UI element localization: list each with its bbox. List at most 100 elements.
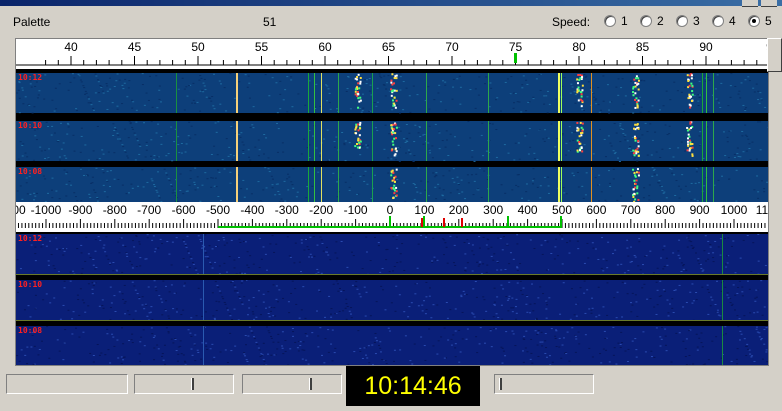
- speed-radio-5[interactable]: 5: [748, 14, 772, 28]
- noise-speck: [664, 344, 667, 346]
- speed-radio-2[interactable]: 2: [640, 14, 664, 28]
- signal-burst: [634, 81, 637, 84]
- noise-speck: [527, 101, 530, 103]
- noise-speck: [352, 255, 355, 257]
- scroll-button[interactable]: [767, 38, 782, 72]
- signal-burst: [689, 147, 692, 150]
- noise-speck: [615, 86, 618, 88]
- noise-speck: [516, 270, 519, 272]
- signal-trace: [426, 73, 427, 113]
- frequency-marker[interactable]: [514, 53, 517, 63]
- slider-1-thumb[interactable]: [191, 378, 194, 390]
- speed-radio-1[interactable]: 1: [604, 14, 628, 28]
- noise-speck: [290, 76, 293, 78]
- radio-circle-icon: [604, 15, 616, 27]
- noise-speck: [294, 288, 297, 290]
- slider-3-thumb[interactable]: [499, 378, 502, 390]
- audio-offset-scale[interactable]: 00-1000-900-800-700-600-500-400-300-200-…: [16, 202, 768, 232]
- noise-speck: [441, 238, 444, 240]
- noise-speck: [272, 341, 275, 343]
- noise-speck: [482, 263, 485, 265]
- noise-speck: [606, 314, 609, 316]
- noise-speck: [25, 182, 28, 184]
- noise-speck: [513, 92, 516, 94]
- speed-radio-3[interactable]: 3: [676, 14, 700, 28]
- noise-speck: [441, 195, 444, 197]
- noise-speck: [146, 237, 149, 239]
- noise-speck: [486, 238, 489, 240]
- noise-speck: [464, 198, 467, 200]
- noise-speck: [379, 341, 382, 343]
- noise-speck: [350, 317, 353, 319]
- slider-2-thumb[interactable]: [309, 378, 312, 390]
- signal-trace: [321, 121, 322, 161]
- signal-burst: [635, 75, 638, 78]
- slider-2[interactable]: [242, 374, 342, 394]
- noise-speck: [268, 306, 271, 308]
- noise-speck: [277, 341, 280, 343]
- noise-speck: [306, 246, 309, 248]
- slider-1[interactable]: [134, 374, 234, 394]
- noise-speck: [143, 104, 146, 106]
- noise-speck: [126, 255, 129, 257]
- noise-speck: [606, 282, 609, 284]
- noise-speck: [233, 284, 236, 286]
- noise-speck: [265, 269, 268, 271]
- noise-speck: [514, 306, 517, 308]
- signal-burst: [634, 186, 637, 189]
- noise-speck: [271, 178, 274, 180]
- close-button[interactable]: [761, 0, 777, 7]
- noise-speck: [75, 108, 78, 110]
- noise-speck: [684, 86, 687, 88]
- noise-speck: [699, 131, 702, 133]
- noise-speck: [275, 82, 278, 84]
- noise-speck: [160, 135, 163, 137]
- signal-burst: [690, 127, 693, 130]
- noise-speck: [538, 129, 541, 131]
- noise-speck: [164, 310, 167, 312]
- noise-speck: [109, 170, 112, 172]
- noise-speck: [678, 257, 681, 259]
- signal-burst: [354, 88, 357, 91]
- noise-speck: [414, 283, 417, 285]
- noise-speck: [744, 79, 747, 81]
- noise-speck: [294, 242, 297, 244]
- noise-speck: [555, 346, 558, 348]
- noise-speck: [380, 285, 383, 287]
- noise-speck: [134, 159, 137, 161]
- noise-speck: [583, 144, 586, 146]
- noise-speck: [226, 309, 229, 311]
- top-waterfall[interactable]: 10:12 10:10 10:08: [16, 69, 768, 213]
- noise-speck: [72, 134, 75, 136]
- noise-speck: [348, 142, 351, 144]
- signal-burst: [637, 79, 640, 82]
- noise-speck: [763, 188, 766, 190]
- noise-speck: [708, 79, 711, 81]
- noise-speck: [375, 105, 378, 107]
- noise-speck: [746, 280, 749, 282]
- noise-speck: [687, 237, 690, 239]
- noise-speck: [245, 359, 248, 361]
- noise-speck: [16, 190, 19, 192]
- noise-speck: [643, 80, 646, 82]
- bottom-waterfall[interactable]: 10:12 10:10 10:08: [16, 232, 768, 365]
- noise-speck: [74, 196, 77, 198]
- noise-speck: [224, 349, 227, 351]
- noise-speck: [359, 175, 362, 177]
- signal-trace: [314, 121, 315, 161]
- noise-speck: [136, 138, 139, 140]
- noise-speck: [707, 240, 710, 242]
- speed-radio-4[interactable]: 4: [712, 14, 736, 28]
- noise-speck: [187, 252, 190, 254]
- noise-speck: [634, 157, 637, 159]
- noise-speck: [489, 82, 492, 84]
- noise-speck: [29, 316, 32, 318]
- noise-speck: [687, 235, 690, 237]
- signal-trace: [372, 167, 373, 207]
- top-frequency-scale[interactable]: 40455055606570758085909: [16, 39, 768, 69]
- noise-speck: [757, 234, 760, 236]
- noise-speck: [763, 191, 766, 193]
- slider-3[interactable]: [494, 374, 594, 394]
- maximize-button[interactable]: [742, 0, 758, 7]
- noise-speck: [41, 244, 44, 246]
